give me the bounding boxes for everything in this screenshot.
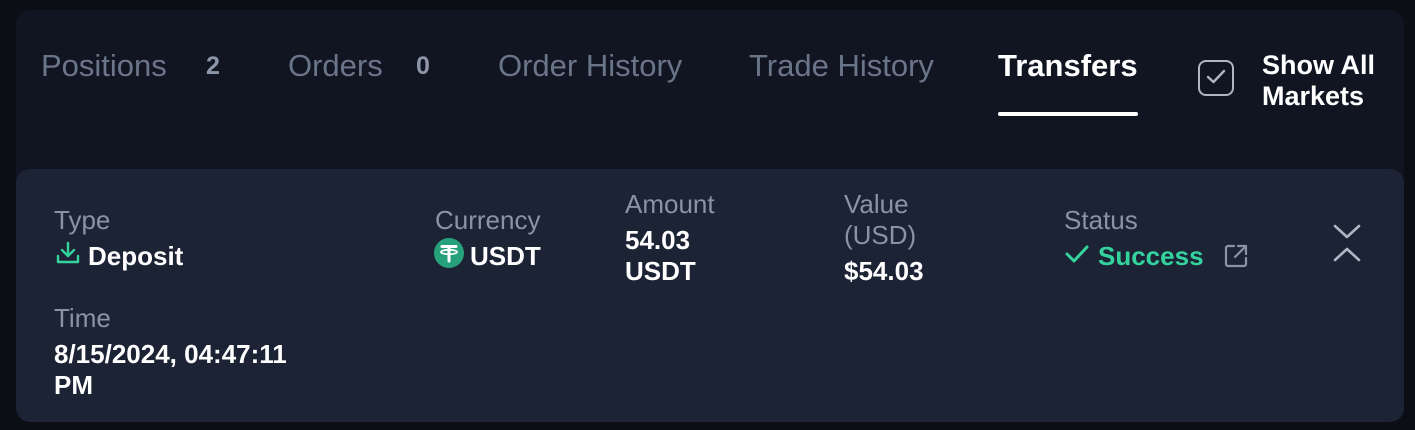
currency-value: USDT bbox=[434, 237, 541, 275]
amount-unit: USDT bbox=[625, 256, 696, 286]
time-value-line2: PM bbox=[54, 370, 93, 400]
status-value-text: Success bbox=[1098, 241, 1204, 271]
tether-icon bbox=[434, 237, 464, 275]
show-all-markets-label: Show All Markets bbox=[1262, 50, 1392, 112]
time-label: Time bbox=[54, 303, 111, 333]
amount-number: 54.03 bbox=[625, 225, 691, 255]
show-all-label-line1: Show All bbox=[1262, 50, 1375, 80]
positions-count-badge: 2 bbox=[206, 52, 220, 80]
status-label: Status bbox=[1064, 205, 1138, 235]
tab-trade-history-label: Trade History bbox=[749, 48, 934, 83]
show-all-markets-toggle[interactable]: Show All Markets bbox=[1196, 50, 1396, 112]
type-label: Type bbox=[54, 205, 111, 235]
show-all-markets-checkbox[interactable] bbox=[1198, 60, 1234, 96]
chevron-up-down-icon bbox=[1333, 224, 1361, 262]
status-value: Success bbox=[1064, 241, 1204, 272]
orders-count-badge: 0 bbox=[416, 52, 430, 80]
tab-positions-label: Positions bbox=[41, 48, 167, 83]
tab-bar: Positions 2 Orders 0 Order History Trade… bbox=[16, 10, 1404, 128]
tab-positions[interactable]: Positions 2 bbox=[41, 48, 220, 128]
expand-collapse-button[interactable] bbox=[1332, 223, 1362, 263]
tab-order-history[interactable]: Order History bbox=[498, 48, 682, 128]
download-icon bbox=[54, 239, 82, 274]
tab-orders-label: Orders bbox=[288, 48, 383, 83]
checkmark-icon bbox=[1206, 69, 1226, 84]
type-value: Deposit bbox=[54, 241, 183, 274]
value-usd-value: $54.03 bbox=[844, 256, 924, 286]
amount-value: 54.03 USDT bbox=[625, 225, 696, 287]
tab-transfers-label: Transfers bbox=[998, 48, 1138, 83]
time-value-line1: 8/15/2024, 04:47:11 bbox=[54, 339, 287, 369]
time-value: 8/15/2024, 04:47:11 PM bbox=[54, 339, 287, 401]
tab-transfers[interactable]: Transfers bbox=[998, 48, 1138, 128]
tab-orders[interactable]: Orders 0 bbox=[288, 48, 430, 128]
tab-order-history-label: Order History bbox=[498, 48, 683, 83]
value-label-line2: (USD) bbox=[844, 220, 917, 250]
type-value-text: Deposit bbox=[88, 241, 184, 271]
amount-label: Amount bbox=[625, 189, 715, 219]
value-usd-label: Value (USD) bbox=[844, 189, 916, 251]
external-link-icon[interactable] bbox=[1222, 242, 1250, 275]
currency-label: Currency bbox=[435, 205, 541, 235]
transfer-row-card: Type Deposit Currency USDT Amount 54.03 … bbox=[16, 169, 1404, 422]
tab-trade-history[interactable]: Trade History bbox=[749, 48, 934, 128]
show-all-label-line2: Markets bbox=[1262, 81, 1365, 111]
account-panel: Positions 2 Orders 0 Order History Trade… bbox=[16, 10, 1404, 422]
checkmark-icon bbox=[1064, 241, 1090, 272]
currency-value-text: USDT bbox=[470, 241, 541, 271]
value-label-line1: Value bbox=[844, 189, 909, 219]
